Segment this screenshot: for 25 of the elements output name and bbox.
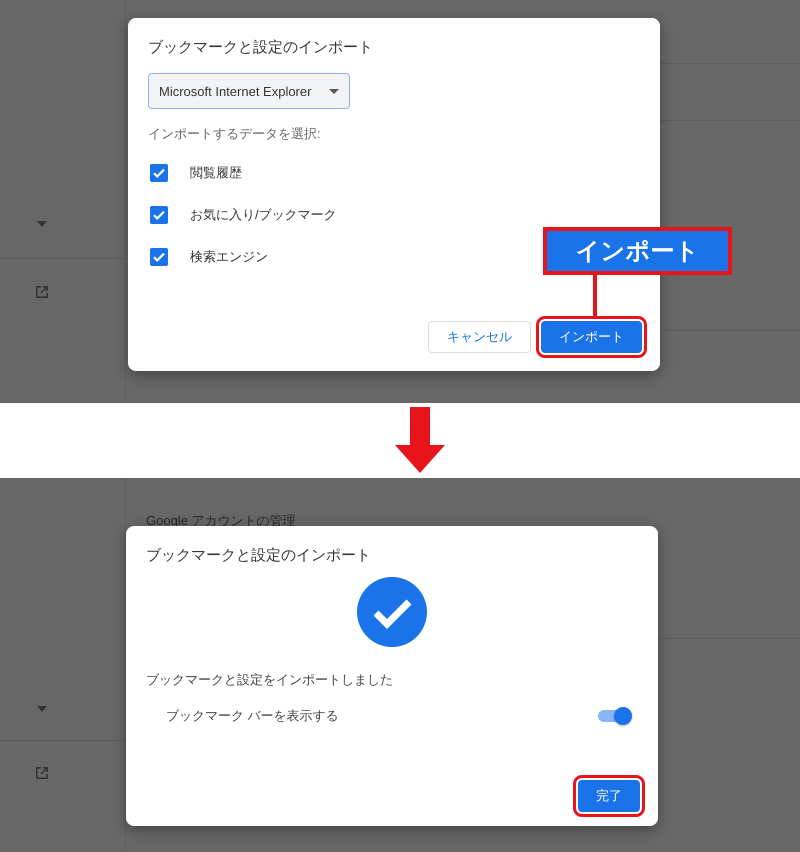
toggle-switch[interactable]: [598, 710, 630, 722]
settings-item[interactable]: Google アカウントの管理: [146, 512, 296, 530]
import-button[interactable]: インポート: [541, 321, 642, 353]
open-in-new-icon[interactable]: [34, 765, 50, 781]
dropdown-arrow-icon: [329, 88, 340, 94]
browser-select[interactable]: Microsoft Internet Explorer: [148, 73, 350, 109]
caret-icon[interactable]: [37, 221, 47, 227]
done-button[interactable]: 完了: [578, 780, 640, 812]
checkbox[interactable]: [150, 206, 168, 224]
success-message: ブックマークと設定をインポートしました: [146, 671, 394, 689]
dialog-title: ブックマークと設定のインポート: [148, 38, 374, 57]
section-label: インポートするデータを選択:: [148, 125, 322, 143]
check-circle-icon: [357, 577, 427, 647]
dialog-title: ブックマークと設定のインポート: [146, 546, 372, 565]
option-label: 閲覧履歴: [190, 164, 242, 182]
cancel-button[interactable]: キャンセル: [428, 321, 531, 353]
checkbox[interactable]: [150, 164, 168, 182]
caret-icon[interactable]: [37, 706, 47, 712]
checkbox[interactable]: [150, 248, 168, 266]
down-arrow-icon: [395, 407, 445, 473]
callout-label: インポート: [543, 227, 732, 275]
option-label: お気に入り/ブックマーク: [190, 206, 337, 224]
toggle-label: ブックマーク バーを表示する: [166, 707, 339, 725]
option-label: 検索エンジン: [190, 248, 268, 266]
open-in-new-icon[interactable]: [34, 284, 50, 300]
